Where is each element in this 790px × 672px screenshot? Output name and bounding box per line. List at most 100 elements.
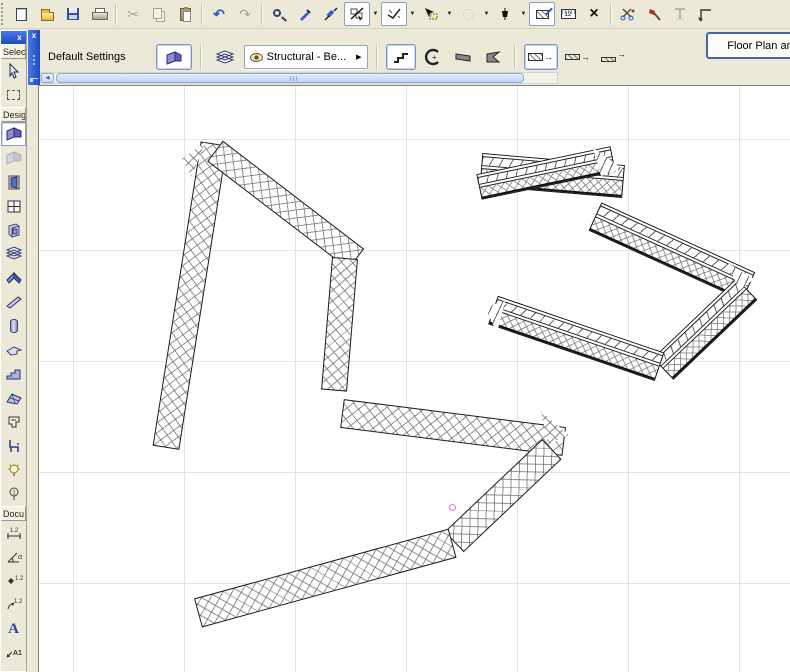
- guide-line-button[interactable]: [693, 2, 719, 26]
- find-and-select-button[interactable]: [266, 2, 292, 26]
- geometry-method-curved-button[interactable]: +: [420, 44, 446, 70]
- zone-stamp-icon: [8, 416, 19, 428]
- new-button[interactable]: [8, 2, 34, 26]
- cut-button[interactable]: ✂: [120, 2, 146, 26]
- create-patch-button[interactable]: [529, 2, 555, 26]
- tool-mesh[interactable]: [1, 386, 26, 410]
- tool-plate[interactable]: [1, 338, 26, 362]
- suspend-groups-dropdown[interactable]: ▼: [370, 3, 381, 25]
- tool-stair[interactable]: [1, 362, 26, 386]
- tool-marquee[interactable]: [1, 83, 26, 107]
- floor-plan-button-label: Floor Plan an: [727, 39, 790, 52]
- gravity-dropdown[interactable]: ▼: [407, 3, 418, 25]
- tool-wall[interactable]: [1, 122, 26, 146]
- pick-up-parameters-button[interactable]: [292, 2, 318, 26]
- layer-settings-button[interactable]: [210, 44, 240, 70]
- tool-slab-layers[interactable]: [1, 242, 26, 266]
- tool-lamp[interactable]: [1, 458, 26, 482]
- tool-dimension[interactable]: 1.2: [1, 521, 26, 545]
- wall-segment-e[interactable]: [444, 438, 562, 553]
- split-button[interactable]: [641, 2, 667, 26]
- geometry-method-trapezoid-button[interactable]: [450, 44, 476, 70]
- tool-radial-dimension[interactable]: 1.2: [1, 593, 26, 617]
- tool-zone[interactable]: [1, 410, 26, 434]
- save-button[interactable]: [60, 2, 86, 26]
- toolbox-titlebar[interactable]: x: [1, 31, 26, 44]
- suspend-groups-button[interactable]: [344, 2, 370, 26]
- toolbar-drag-handle[interactable]: [1, 3, 5, 25]
- tool-window[interactable]: [1, 194, 26, 218]
- tool-chair[interactable]: [1, 434, 26, 458]
- inject-parameters-button[interactable]: [318, 2, 344, 26]
- tool-level-dimension[interactable]: 1.2: [1, 569, 26, 593]
- section-label: Desig: [3, 109, 26, 120]
- geometry-method-polygon-button[interactable]: [480, 44, 506, 70]
- beam-segment-j[interactable]: [652, 278, 758, 380]
- wall-segment-b[interactable]: [207, 140, 364, 270]
- infobox-close-icon[interactable]: x: [29, 31, 40, 41]
- tool-hotspot[interactable]: 1: [1, 482, 26, 506]
- infobox-scrollbar[interactable]: ◀: [40, 72, 558, 84]
- copy-button[interactable]: [146, 2, 172, 26]
- wall-segment-c[interactable]: [321, 256, 358, 393]
- infobox-titlebar[interactable]: x: [28, 30, 40, 85]
- ruler-digits: 12: [564, 12, 572, 18]
- svg-text:+: +: [432, 53, 437, 62]
- snap-circle-dropdown[interactable]: ▼: [481, 3, 492, 25]
- wall-segment-a[interactable]: [152, 140, 228, 450]
- print-button[interactable]: [86, 2, 112, 26]
- tool-roof[interactable]: [1, 266, 26, 290]
- hotspot-marker[interactable]: [449, 504, 456, 511]
- paste-button[interactable]: [172, 2, 198, 26]
- tool-beam[interactable]: [1, 290, 26, 314]
- floor-plan-canvas[interactable]: [38, 85, 790, 672]
- beam-segment-k[interactable]: [488, 295, 665, 382]
- undo-button[interactable]: ↶: [206, 2, 232, 26]
- tool-column[interactable]: [1, 314, 26, 338]
- plumb-dropdown[interactable]: ▼: [518, 3, 529, 25]
- element-snap-dropdown[interactable]: ▼: [444, 3, 455, 25]
- wall-segment-f[interactable]: [194, 528, 457, 628]
- toolbox-section-document[interactable]: Docu: [1, 506, 26, 521]
- svg-text:A1: A1: [13, 650, 22, 657]
- floor-plan-and-section-button[interactable]: Floor Plan an: [706, 32, 790, 59]
- open-button[interactable]: [34, 2, 60, 26]
- reference-line-left-button[interactable]: →: [523, 44, 558, 70]
- label-icon: A1: [6, 650, 22, 658]
- tool-angle-dimension[interactable]: α: [1, 545, 26, 569]
- tool-arrow[interactable]: [1, 59, 26, 83]
- gravity-button[interactable]: [381, 2, 407, 26]
- snap-circle-button[interactable]: [455, 2, 481, 26]
- door-icon: [8, 175, 19, 190]
- toolbox-close-icon[interactable]: x: [14, 33, 25, 43]
- geometry-method-chained-button[interactable]: [385, 44, 416, 70]
- redo-button[interactable]: ↷: [232, 2, 258, 26]
- tool-text[interactable]: A: [1, 617, 26, 641]
- toolbox-section-select[interactable]: Selec: [1, 44, 26, 59]
- tool-door[interactable]: [1, 170, 26, 194]
- tool-wall-secondary[interactable]: [1, 146, 26, 170]
- tool-label[interactable]: A1: [1, 641, 26, 665]
- marquee-icon: [7, 90, 20, 100]
- plumb-button[interactable]: [492, 2, 518, 26]
- toolbox-section-design[interactable]: Desig: [1, 107, 26, 122]
- infobox-resize-grip[interactable]: [30, 78, 38, 82]
- scrollbar-thumb[interactable]: [56, 73, 524, 83]
- scrollbar-left-arrow[interactable]: ◀: [41, 73, 54, 83]
- refline-arrow-icon: →: [581, 52, 591, 62]
- section-label: Selec: [3, 46, 26, 57]
- explode-button[interactable]: ×: [581, 2, 607, 26]
- tool-cabinet[interactable]: [1, 218, 26, 242]
- beam-icon: [5, 296, 22, 309]
- section-label: Docu: [3, 508, 25, 519]
- reference-line-right-button[interactable]: →: [598, 44, 630, 70]
- copy-icon: [153, 7, 162, 19]
- layer-selector-combo[interactable]: Structural - Be... ▶: [243, 45, 368, 69]
- wall-default-settings-button[interactable]: [155, 44, 192, 70]
- layers-icon: [215, 50, 235, 64]
- adjust-button[interactable]: [667, 2, 693, 26]
- trim-button[interactable]: [615, 2, 641, 26]
- reference-line-center-button[interactable]: →: [562, 44, 594, 70]
- measure-button[interactable]: 12: [555, 2, 581, 26]
- element-snap-button[interactable]: [418, 2, 444, 26]
